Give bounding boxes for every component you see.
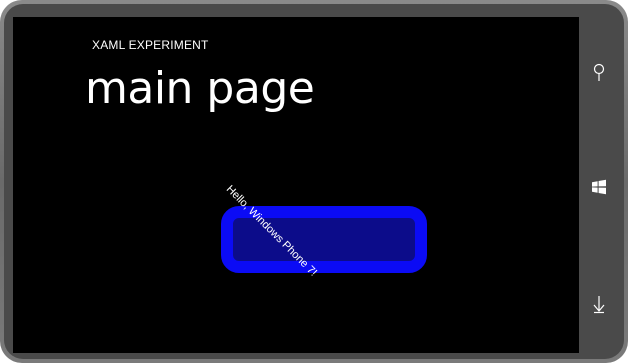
hardware-back-button[interactable] — [587, 290, 611, 318]
hardware-search-button[interactable] — [587, 59, 611, 87]
back-arrow-icon — [593, 296, 605, 314]
hardware-button-bar — [579, 17, 619, 353]
application-title: XAML EXPERIMENT — [92, 38, 209, 52]
windows-logo-icon — [592, 179, 606, 195]
page-title: main page — [85, 63, 315, 114]
phone-screen: XAML EXPERIMENT main page Hello, Windows… — [13, 17, 579, 353]
hardware-start-button[interactable] — [587, 173, 611, 201]
search-icon — [593, 63, 605, 81]
hello-button[interactable] — [221, 206, 427, 273]
